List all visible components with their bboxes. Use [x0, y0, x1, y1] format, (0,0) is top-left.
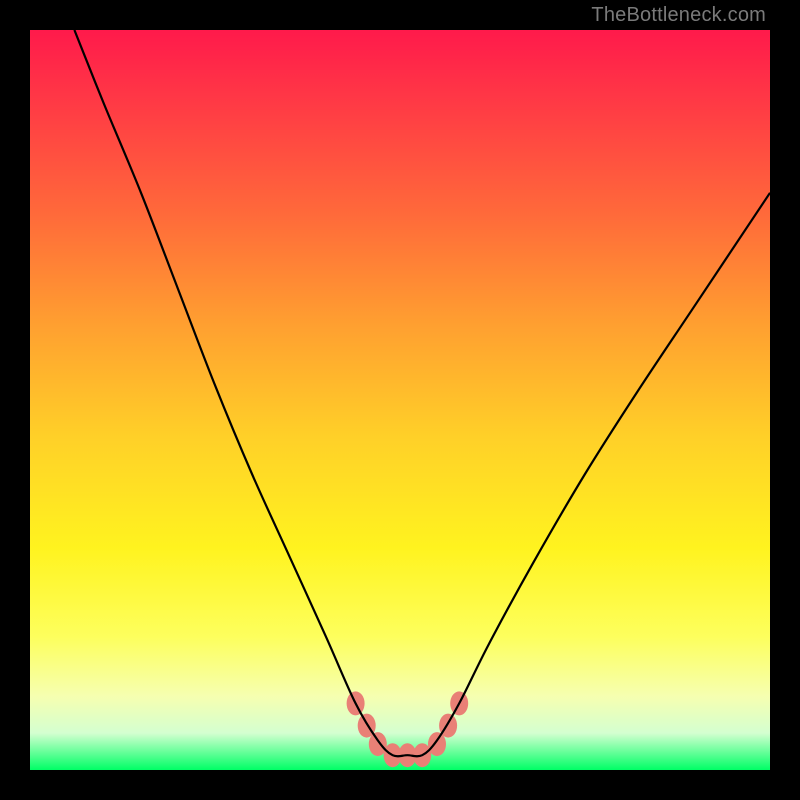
chart-frame: TheBottleneck.com	[0, 0, 800, 800]
watermark-text: TheBottleneck.com	[591, 4, 766, 27]
bottleneck-curve	[74, 30, 770, 756]
plot-area	[30, 30, 770, 770]
curve-layer	[30, 30, 770, 770]
